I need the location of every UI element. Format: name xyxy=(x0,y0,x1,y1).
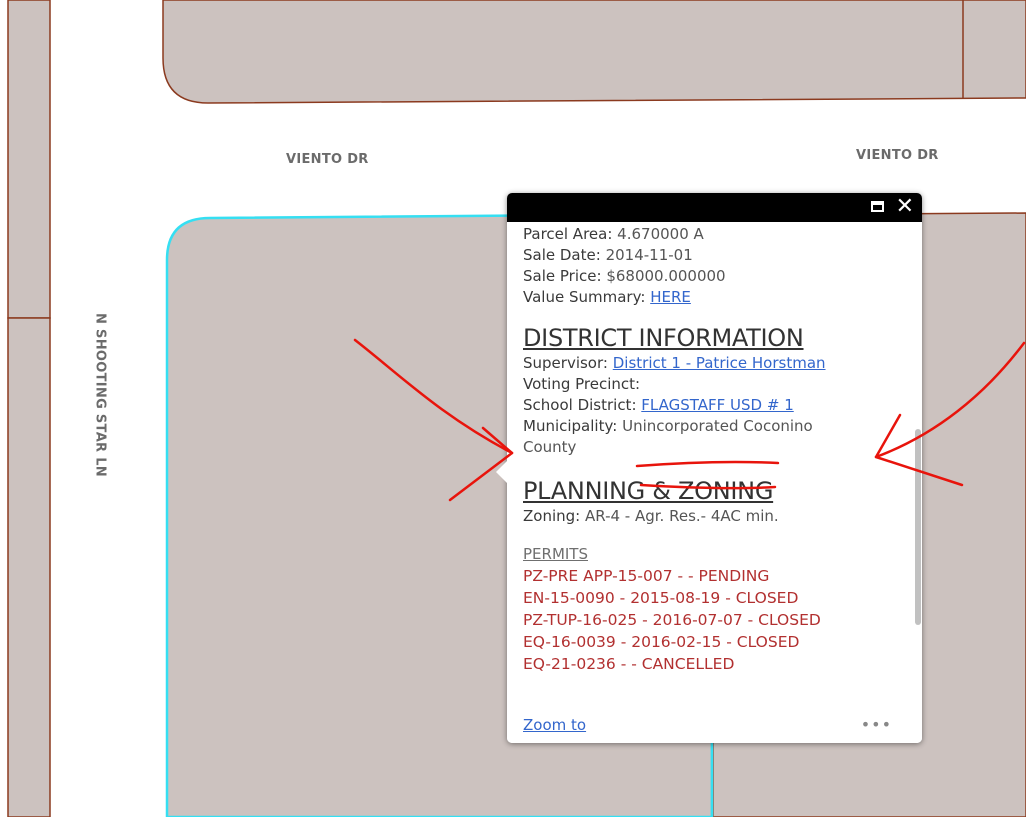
municipality-value: Unincorporated Coconino xyxy=(622,417,813,435)
school-district-row: School District: FLAGSTAFF USD # 1 xyxy=(523,395,912,416)
parcel-top[interactable] xyxy=(162,0,1026,104)
road-label-n-shooting-star-ln: N SHOOTING STAR LN xyxy=(92,313,108,477)
permit-item: EQ-21-0236 - - CANCELLED xyxy=(523,655,735,673)
value-summary-link[interactable]: HERE xyxy=(650,288,691,306)
school-district-link[interactable]: FLAGSTAFF USD # 1 xyxy=(641,396,793,414)
municipality-value-continued: County xyxy=(523,438,577,456)
permit-item: PZ-PRE APP-15-007 - - PENDING xyxy=(523,567,770,585)
sale-date-row: Sale Date: 2014-11-01 xyxy=(523,245,912,266)
road-label-viento-dr-right: VIENTO DR xyxy=(856,148,939,163)
parcel-area-value: 4.670000 A xyxy=(617,225,704,243)
permit-item: PZ-TUP-16-025 - 2016-07-07 - CLOSED xyxy=(523,611,821,629)
sale-date-label: Sale Date: xyxy=(523,246,601,264)
parcel-area-label: Parcel Area: xyxy=(523,225,613,243)
permit-item: EN-15-0090 - 2015-08-19 - CLOSED xyxy=(523,589,799,607)
sale-date-value: 2014-11-01 xyxy=(605,246,693,264)
planning-zoning-heading: PLANNING & ZONING xyxy=(523,477,774,505)
popup-footer: Zoom to ••• xyxy=(507,707,922,743)
municipality-row: Municipality: Unincorporated Coconino xyxy=(523,416,912,437)
popup-content[interactable]: Parcel Area: 4.670000 A Sale Date: 2014-… xyxy=(507,222,912,707)
popup-header: ✕ xyxy=(507,193,922,222)
zoning-row: Zoning: AR-4 - Agr. Res.- 4AC min. xyxy=(523,506,912,527)
sale-price-value: $68000.000000 xyxy=(606,267,726,285)
municipality-label: Municipality: xyxy=(523,417,618,435)
parcel-area-row: Parcel Area: 4.670000 A xyxy=(523,224,912,245)
permit-item: EQ-16-0039 - 2016-02-15 - CLOSED xyxy=(523,633,800,651)
zoning-value: AR-4 - Agr. Res.- 4AC min. xyxy=(585,507,779,525)
more-options-icon[interactable]: ••• xyxy=(861,715,892,734)
voting-precinct-row: Voting Precinct: xyxy=(523,374,912,395)
supervisor-row: Supervisor: District 1 - Patrice Horstma… xyxy=(523,353,912,374)
road-label-viento-dr-left: VIENTO DR xyxy=(286,152,369,167)
sale-price-row: Sale Price: $68000.000000 xyxy=(523,266,912,287)
popup-scrollbar[interactable] xyxy=(915,429,921,625)
voting-precinct-label: Voting Precinct: xyxy=(523,375,641,393)
close-icon[interactable]: ✕ xyxy=(896,195,914,219)
popup-pointer xyxy=(496,461,507,483)
permits-heading[interactable]: PERMITS xyxy=(523,544,912,565)
sale-price-label: Sale Price: xyxy=(523,267,602,285)
parcel-left-strip[interactable] xyxy=(7,0,51,817)
value-summary-row: Value Summary: HERE xyxy=(523,287,912,308)
district-information-heading: DISTRICT INFORMATION xyxy=(523,324,804,352)
supervisor-link[interactable]: District 1 - Patrice Horstman xyxy=(613,354,826,372)
maximize-icon[interactable] xyxy=(871,201,884,212)
zoning-label: Zoning: xyxy=(523,507,581,525)
zoom-to-link[interactable]: Zoom to xyxy=(523,716,586,734)
school-district-label: School District: xyxy=(523,396,637,414)
supervisor-label: Supervisor: xyxy=(523,354,608,372)
parcel-info-popup[interactable]: ✕ Parcel Area: 4.670000 A Sale Date: 201… xyxy=(496,193,922,743)
value-summary-label: Value Summary: xyxy=(523,288,646,306)
